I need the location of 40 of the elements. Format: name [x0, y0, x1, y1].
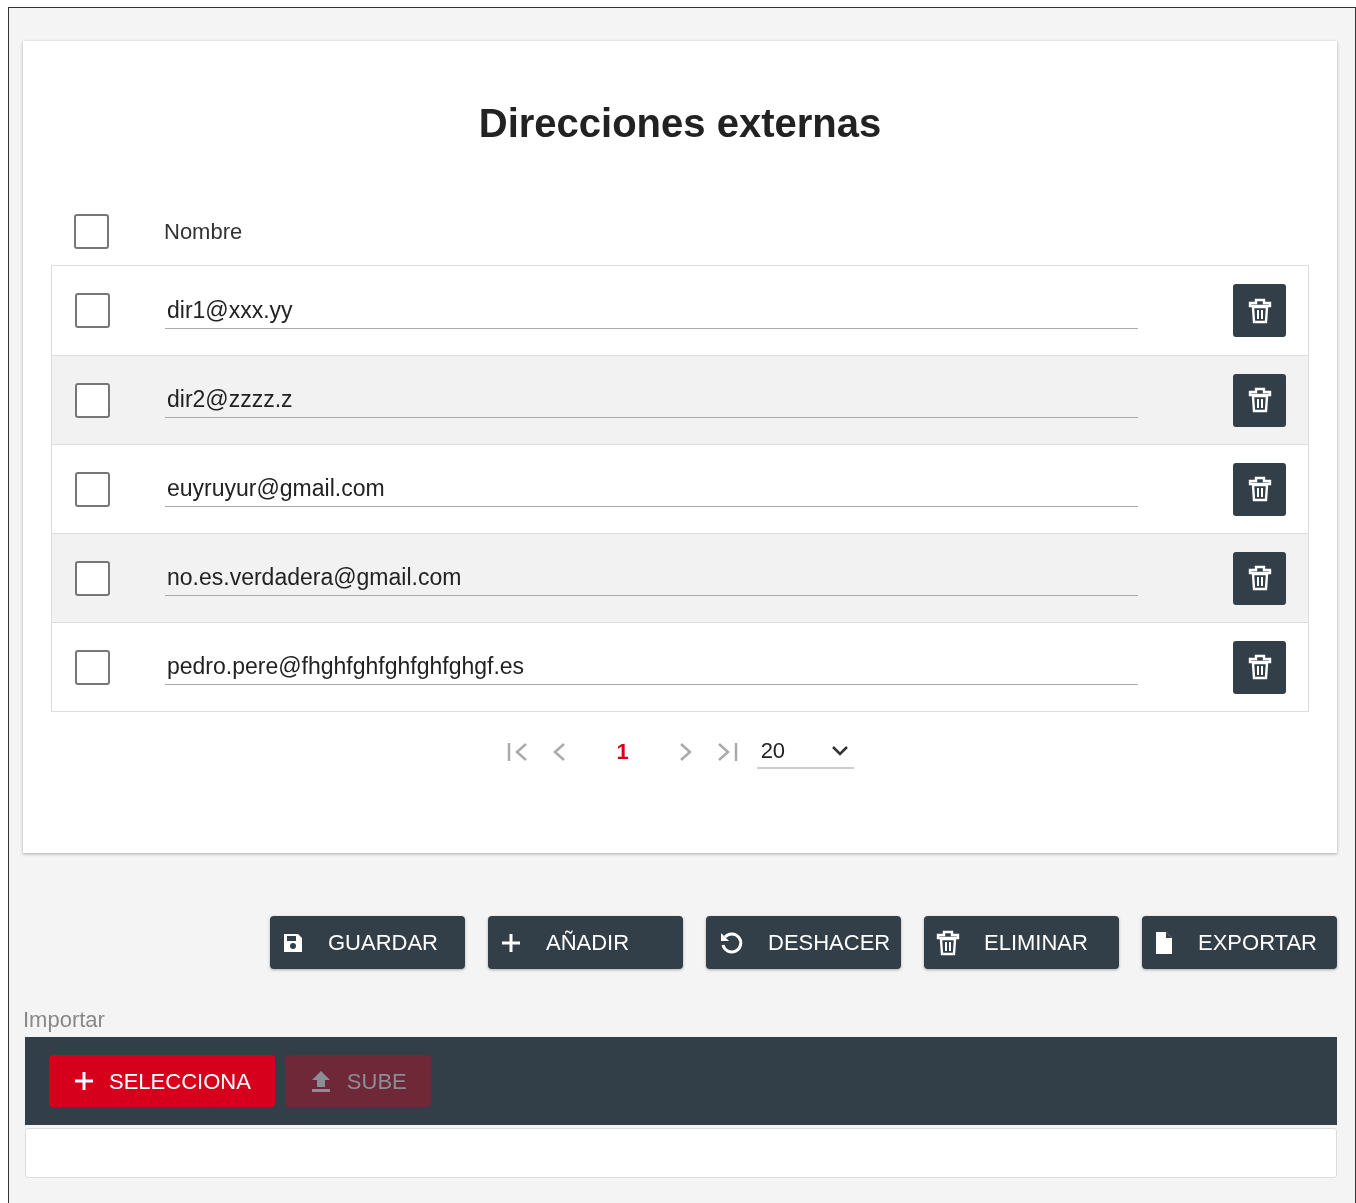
trash-icon	[1247, 297, 1272, 324]
trash-icon	[1247, 654, 1272, 680]
checkbox[interactable]	[75, 471, 110, 507]
document-icon	[1154, 930, 1174, 955]
trash-icon	[1247, 387, 1272, 413]
email-field[interactable]: dir1@xxx.yy	[165, 292, 1138, 329]
delete-button[interactable]	[1233, 373, 1286, 427]
column-header: Nombre	[164, 217, 243, 246]
import-label: Importar	[23, 1007, 106, 1033]
page-size-select[interactable]: 20	[756, 734, 854, 769]
undo-icon	[718, 929, 744, 956]
table-row[interactable]: no.es.verdadera@gmail.com	[52, 533, 1308, 622]
email-field[interactable]: pedro.pere@fhghfghfghfghfghgf.es	[165, 649, 1138, 685]
plus-icon	[500, 931, 522, 954]
delete-button[interactable]	[1233, 284, 1286, 337]
checkbox[interactable]	[74, 213, 109, 249]
trash-icon	[1247, 476, 1272, 502]
action-button[interactable]: AÑADIR	[488, 916, 683, 969]
action-button[interactable]: DESHACER	[706, 916, 901, 969]
checkbox[interactable]	[75, 382, 110, 418]
table-row[interactable]: pedro.pere@fhghfghfghfghfghgf.es	[52, 622, 1308, 711]
page-button[interactable]: 1	[588, 735, 657, 768]
email-field[interactable]: euyruyur@gmail.com	[165, 471, 1138, 507]
table-row[interactable]: dir1@xxx.yy	[52, 266, 1308, 355]
trash-icon	[1247, 565, 1272, 591]
chevron-down-icon	[829, 744, 850, 757]
delete-button[interactable]	[1233, 551, 1286, 605]
checkbox[interactable]	[75, 293, 110, 328]
plus-icon	[73, 1070, 95, 1092]
select-button[interactable]: SELECCIONA	[49, 1055, 275, 1107]
checkbox[interactable]	[75, 649, 110, 685]
action-button[interactable]: EXPORTAR	[1142, 916, 1337, 969]
page-title: Direcciones externas	[477, 100, 883, 147]
delete-button[interactable]	[1233, 640, 1286, 694]
action-button[interactable]: GUARDAR	[270, 916, 465, 969]
checkbox[interactable]	[75, 560, 110, 596]
delete-button[interactable]	[1233, 462, 1286, 516]
action-button[interactable]: ELIMINAR	[924, 916, 1119, 969]
table-row[interactable]: dir2@zzzz.z	[52, 355, 1308, 444]
trash-icon	[936, 929, 960, 956]
